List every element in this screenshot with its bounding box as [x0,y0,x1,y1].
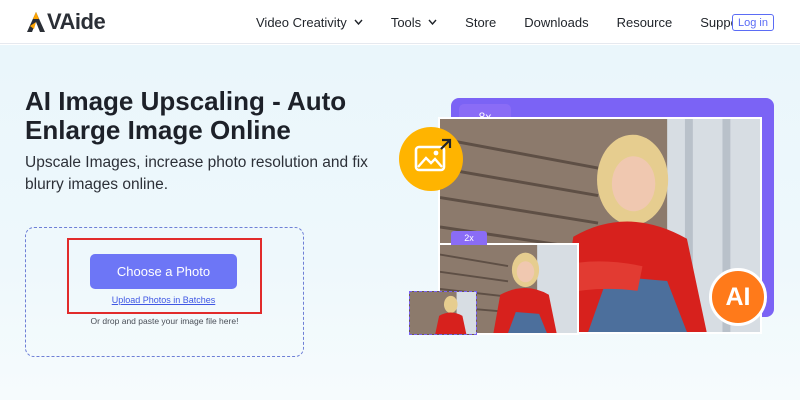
nav-item-tools[interactable]: Tools [391,15,437,30]
logo-text: VAide [47,9,106,34]
ai-badge: AI [709,268,767,326]
nav-item-label: Downloads [524,14,589,30]
nav-item-video-creativity[interactable]: Video Creativity [256,15,363,30]
scale-tab-2x: 2x [451,231,487,245]
nav-item-label: Video Creativity [256,14,347,30]
nav-item-resource[interactable]: Resource [617,15,673,30]
sample-photo-small [409,291,477,335]
choose-photo-button[interactable]: Choose a Photo [90,254,237,289]
page-subtitle: Upscale Images, increase photo resolutio… [25,154,368,193]
image-icon [414,138,452,172]
nav-item-store[interactable]: Store [465,15,496,30]
nav-item-label: Store [465,14,497,30]
nav-item-label: Tools [390,14,422,30]
page-title: AI Image Upscaling - Auto Enlarge Image … [25,86,347,145]
upload-batches-link[interactable]: Upload Photos in Batches [90,295,237,305]
chevron-down-icon [428,19,437,25]
login-button[interactable]: Log in [732,14,774,31]
logo-mark-icon [27,12,45,32]
chevron-down-icon [354,19,363,25]
main-nav: Video Creativity Tools Store Downloads R… [256,0,746,44]
site-header: VAide Video Creativity Tools Store Downl… [0,0,800,44]
image-icon-badge [399,127,463,191]
nav-item-downloads[interactable]: Downloads [524,15,588,30]
nav-item-label: Resource [616,14,673,30]
photo-art [410,292,476,334]
drop-hint-text: Or drop and paste your image file here! [90,316,239,326]
logo[interactable]: VAide [26,9,106,34]
